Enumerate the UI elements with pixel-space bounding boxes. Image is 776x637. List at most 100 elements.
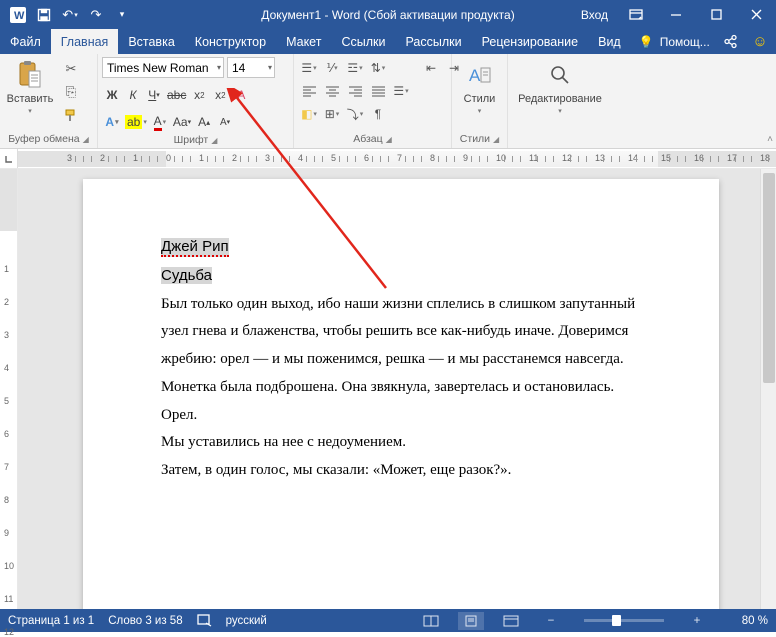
undo-icon[interactable]: ↶▾ xyxy=(58,3,82,27)
superscript-button[interactable]: x2 xyxy=(210,85,230,105)
line-spacing-button[interactable]: ⇅ xyxy=(367,58,389,78)
status-language[interactable]: русский xyxy=(226,615,267,627)
zoom-slider[interactable] xyxy=(584,619,664,622)
ribbon-tabs: Файл Главная Вставка Конструктор Макет С… xyxy=(0,29,776,54)
align-center-button[interactable] xyxy=(321,81,343,101)
zoom-level[interactable]: 80 % xyxy=(724,615,768,627)
styles-button[interactable]: A Стили ▾ xyxy=(456,57,503,115)
lightbulb-icon: 💡 xyxy=(639,35,654,49)
distributed-button[interactable]: ☰ xyxy=(390,81,412,101)
change-case-button[interactable]: Aa▾ xyxy=(171,112,193,132)
sort-button[interactable]: ⤵ xyxy=(344,104,366,124)
font-launcher-icon[interactable]: ◢ xyxy=(211,136,217,145)
tab-mailings[interactable]: Рассылки xyxy=(395,29,471,54)
italic-button[interactable]: К xyxy=(123,85,143,105)
redo-icon[interactable]: ↷ xyxy=(84,3,108,27)
zoom-in-icon[interactable]: + xyxy=(684,612,710,630)
vertical-scrollbar[interactable] xyxy=(760,169,776,609)
print-layout-icon[interactable] xyxy=(458,612,484,630)
doc-line-4[interactable]: узел гнева и блаженства, чтобы решить вс… xyxy=(161,318,641,346)
tab-selector-icon[interactable] xyxy=(0,149,18,168)
zoom-out-icon[interactable]: − xyxy=(538,612,564,630)
scrollbar-thumb[interactable] xyxy=(763,173,775,383)
status-page[interactable]: Страница 1 из 1 xyxy=(8,615,94,627)
window-title: Документ1 - Word (Сбой активации продукт… xyxy=(261,8,514,22)
doc-line-2[interactable]: Судьба xyxy=(161,267,212,284)
paste-icon xyxy=(14,59,46,91)
tell-me[interactable]: 💡 Помощ... xyxy=(631,29,718,54)
styles-group-label: Стили xyxy=(460,133,490,145)
signin-link[interactable]: Вход xyxy=(573,8,616,22)
tab-references[interactable]: Ссылки xyxy=(331,29,395,54)
word-app-icon: W xyxy=(6,3,30,27)
align-left-button[interactable] xyxy=(298,81,320,101)
close-icon[interactable] xyxy=(736,0,776,29)
minimize-icon[interactable] xyxy=(656,0,696,29)
clipboard-group-label: Буфер обмена xyxy=(8,133,79,145)
font-color-button[interactable]: A xyxy=(150,112,170,132)
read-mode-icon[interactable] xyxy=(418,612,444,630)
doc-line-6[interactable]: Монетка была подброшена. Она звякнула, з… xyxy=(161,374,641,430)
text-effects-button[interactable]: A xyxy=(102,112,122,132)
highlight-button[interactable]: ab xyxy=(123,112,149,132)
doc-line-8[interactable]: Затем, в один голос, мы сказали: «Может,… xyxy=(161,457,641,485)
paste-button[interactable]: Вставить ▾ xyxy=(4,57,56,115)
doc-line-3[interactable]: Был только один выход, ибо наши жизни сп… xyxy=(161,291,641,319)
tab-layout[interactable]: Макет xyxy=(276,29,331,54)
paste-label: Вставить xyxy=(7,93,54,105)
tab-home[interactable]: Главная xyxy=(51,29,119,54)
underline-button[interactable]: Ч▾ xyxy=(144,85,164,105)
page[interactable]: Джей Рип Судьба Был только один выход, и… xyxy=(83,179,719,609)
document-scroll[interactable]: Джей Рип Судьба Был только один выход, и… xyxy=(18,169,776,609)
grow-font-button[interactable]: A▴ xyxy=(194,112,214,132)
font-size-combo[interactable]: 14▾ xyxy=(227,57,275,78)
font-name-combo[interactable]: Times New Roman▾ xyxy=(102,57,224,78)
cut-icon[interactable]: ✂ xyxy=(60,59,82,79)
tab-view[interactable]: Вид xyxy=(588,29,631,54)
share-icon[interactable] xyxy=(718,29,744,54)
ruler-horizontal: 3210123456789101112131415161718 xyxy=(0,149,776,169)
clipboard-launcher-icon[interactable]: ◢ xyxy=(83,135,89,144)
bold-button[interactable]: Ж xyxy=(102,85,122,105)
justify-button[interactable] xyxy=(367,81,389,101)
strikethrough-button[interactable]: abc xyxy=(165,85,188,105)
status-bar: Страница 1 из 1 Слово 3 из 58 русский − … xyxy=(0,609,776,632)
styles-launcher-icon[interactable]: ◢ xyxy=(493,135,499,144)
status-words[interactable]: Слово 3 из 58 xyxy=(108,615,182,627)
tab-file[interactable]: Файл xyxy=(0,29,51,54)
paragraph-group-label: Абзац xyxy=(353,133,382,145)
subscript-button[interactable]: x2 xyxy=(189,85,209,105)
feedback-icon[interactable]: ☺ xyxy=(744,29,776,54)
editing-button[interactable]: Редактирование ▾ xyxy=(512,57,608,115)
doc-line-7[interactable]: Мы уставились на нее с недоумением. xyxy=(161,429,641,457)
ribbon-options-icon[interactable] xyxy=(616,0,656,29)
doc-line-1[interactable]: Джей Рип xyxy=(161,238,229,257)
bullets-button[interactable]: ☰ xyxy=(298,58,320,78)
maximize-icon[interactable] xyxy=(696,0,736,29)
qat-customize-icon[interactable]: ▾ xyxy=(110,3,134,27)
tab-design[interactable]: Конструктор xyxy=(185,29,276,54)
collapse-ribbon-icon[interactable]: ˄ xyxy=(767,134,773,145)
save-icon[interactable] xyxy=(32,3,56,27)
numbering-button[interactable]: ⅟ xyxy=(321,58,343,78)
show-marks-button[interactable]: ¶ xyxy=(367,104,389,124)
tab-review[interactable]: Рецензирование xyxy=(472,29,589,54)
format-painter-icon[interactable] xyxy=(60,105,82,125)
tab-insert[interactable]: Вставка xyxy=(118,29,184,54)
zoom-slider-knob[interactable] xyxy=(612,615,621,626)
web-layout-icon[interactable] xyxy=(498,612,524,630)
shrink-font-button[interactable]: A▾ xyxy=(215,112,235,132)
paragraph-launcher-icon[interactable]: ◢ xyxy=(386,135,392,144)
decrease-indent-button[interactable]: ⇤ xyxy=(420,58,442,78)
styles-label: Стили xyxy=(464,93,496,105)
borders-button[interactable]: ⊞ xyxy=(321,104,343,124)
find-icon xyxy=(544,59,576,91)
shading-button[interactable]: ◧ xyxy=(298,104,320,124)
status-proofing-icon[interactable] xyxy=(197,614,212,627)
align-right-button[interactable] xyxy=(344,81,366,101)
clear-format-button[interactable]: A xyxy=(231,85,251,105)
document-area: 123456789101112 Джей Рип Судьба Был толь… xyxy=(0,169,776,609)
doc-line-5[interactable]: жребию: орел — и мы поженимся, решка — и… xyxy=(161,346,641,374)
copy-icon[interactable]: ⎘ xyxy=(60,82,82,102)
multilevel-button[interactable]: ☲ xyxy=(344,58,366,78)
